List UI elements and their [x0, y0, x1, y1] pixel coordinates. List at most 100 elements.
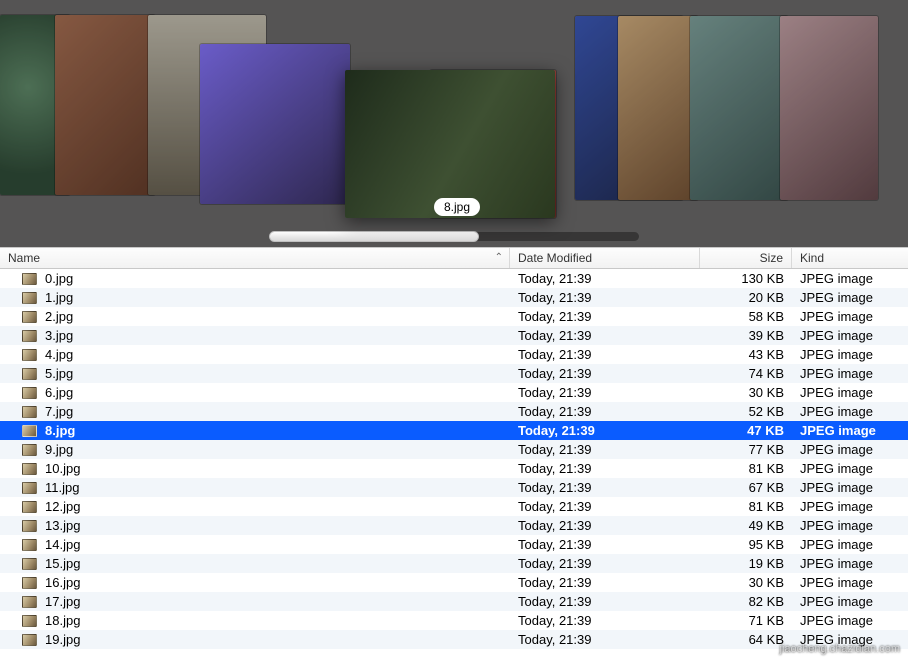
- table-row[interactable]: 9.jpgToday, 21:3977 KBJPEG image: [0, 440, 908, 459]
- thumb-right-2[interactable]: [618, 16, 698, 200]
- thumb-left-3[interactable]: [55, 15, 155, 195]
- cell-size: 77 KB: [700, 442, 792, 457]
- cell-size: 81 KB: [700, 461, 792, 476]
- cell-kind: JPEG image: [792, 480, 908, 495]
- cell-size: 130 KB: [700, 271, 792, 286]
- table-row[interactable]: 17.jpgToday, 21:3982 KBJPEG image: [0, 592, 908, 611]
- cell-date: Today, 21:39: [510, 271, 700, 286]
- column-header-size[interactable]: Size: [700, 248, 792, 268]
- file-icon: [22, 520, 37, 532]
- cell-name: 9.jpg: [0, 442, 510, 457]
- table-row[interactable]: 16.jpgToday, 21:3930 KBJPEG image: [0, 573, 908, 592]
- file-icon: [22, 311, 37, 323]
- file-icon: [22, 634, 37, 646]
- cell-name: 2.jpg: [0, 309, 510, 324]
- table-row[interactable]: 6.jpgToday, 21:3930 KBJPEG image: [0, 383, 908, 402]
- file-icon: [22, 539, 37, 551]
- cell-kind: JPEG image: [792, 537, 908, 552]
- table-row[interactable]: 2.jpgToday, 21:3958 KBJPEG image: [0, 307, 908, 326]
- file-rows: 0.jpgToday, 21:39130 KBJPEG image1.jpgTo…: [0, 269, 908, 659]
- cell-kind: JPEG image: [792, 385, 908, 400]
- file-name: 1.jpg: [45, 290, 73, 305]
- thumb-center[interactable]: [345, 70, 555, 218]
- file-name: 4.jpg: [45, 347, 73, 362]
- cell-name: 6.jpg: [0, 385, 510, 400]
- cell-size: 30 KB: [700, 575, 792, 590]
- cell-date: Today, 21:39: [510, 632, 700, 647]
- cell-name: 0.jpg: [0, 271, 510, 286]
- cell-size: 95 KB: [700, 537, 792, 552]
- file-name: 8.jpg: [45, 423, 75, 438]
- table-row[interactable]: 10.jpgToday, 21:3981 KBJPEG image: [0, 459, 908, 478]
- cell-size: 47 KB: [700, 423, 792, 438]
- file-name: 17.jpg: [45, 594, 80, 609]
- table-row[interactable]: 5.jpgToday, 21:3974 KBJPEG image: [0, 364, 908, 383]
- column-header-date[interactable]: Date Modified: [510, 248, 700, 268]
- table-row[interactable]: 4.jpgToday, 21:3943 KBJPEG image: [0, 345, 908, 364]
- table-row[interactable]: 8.jpg Today, 21:3947 KBJPEG image: [0, 421, 908, 440]
- cell-size: 81 KB: [700, 499, 792, 514]
- cell-date: Today, 21:39: [510, 613, 700, 628]
- cell-kind: JPEG image: [792, 499, 908, 514]
- table-row[interactable]: 1.jpgToday, 21:3920 KBJPEG image: [0, 288, 908, 307]
- cell-date: Today, 21:39: [510, 290, 700, 305]
- cell-kind: JPEG image: [792, 423, 908, 438]
- cell-date: Today, 21:39: [510, 366, 700, 381]
- file-name: 10.jpg: [45, 461, 80, 476]
- column-header-name[interactable]: Name ⌃: [0, 248, 510, 268]
- cell-kind: JPEG image: [792, 632, 908, 647]
- file-icon: [22, 349, 37, 361]
- thumb-right-3[interactable]: [690, 16, 788, 200]
- cell-name: 3.jpg: [0, 328, 510, 343]
- cell-size: 52 KB: [700, 404, 792, 419]
- table-row[interactable]: 14.jpgToday, 21:3995 KBJPEG image: [0, 535, 908, 554]
- column-header-size-label: Size: [760, 251, 783, 265]
- file-icon: [22, 577, 37, 589]
- table-row[interactable]: 12.jpgToday, 21:3981 KBJPEG image: [0, 497, 908, 516]
- cell-date: Today, 21:39: [510, 575, 700, 590]
- cell-kind: JPEG image: [792, 309, 908, 324]
- cell-kind: JPEG image: [792, 404, 908, 419]
- cell-date: Today, 21:39: [510, 385, 700, 400]
- coverflow-scrubber-track[interactable]: [269, 232, 639, 241]
- cell-date: Today, 21:39: [510, 347, 700, 362]
- sort-ascending-icon: ⌃: [495, 253, 503, 263]
- file-icon: [22, 292, 37, 304]
- coverflow-preview[interactable]: 8.jpg: [0, 0, 908, 247]
- column-headers: Name ⌃ Date Modified Size Kind: [0, 247, 908, 269]
- coverflow-scrubber-thumb[interactable]: [269, 231, 479, 242]
- cell-name: 8.jpg: [0, 423, 510, 438]
- cell-kind: JPEG image: [792, 442, 908, 457]
- table-row[interactable]: 7.jpgToday, 21:3952 KBJPEG image: [0, 402, 908, 421]
- cell-kind: JPEG image: [792, 328, 908, 343]
- file-icon: [22, 482, 37, 494]
- cell-date: Today, 21:39: [510, 461, 700, 476]
- file-name: 6.jpg: [45, 385, 73, 400]
- cell-name: 17.jpg: [0, 594, 510, 609]
- table-row[interactable]: 3.jpgToday, 21:3939 KBJPEG image: [0, 326, 908, 345]
- cell-kind: JPEG image: [792, 594, 908, 609]
- thumb-right-4[interactable]: [780, 16, 878, 200]
- cell-name: 10.jpg: [0, 461, 510, 476]
- table-row[interactable]: 0.jpgToday, 21:39130 KBJPEG image: [0, 269, 908, 288]
- column-header-kind[interactable]: Kind: [792, 248, 908, 268]
- cell-name: 1.jpg: [0, 290, 510, 305]
- file-icon: [22, 615, 37, 627]
- file-icon: [22, 501, 37, 513]
- table-row[interactable]: 13.jpgToday, 21:3949 KBJPEG image: [0, 516, 908, 535]
- table-row[interactable]: 11.jpgToday, 21:3967 KBJPEG image: [0, 478, 908, 497]
- file-name: 16.jpg: [45, 575, 80, 590]
- cell-date: Today, 21:39: [510, 537, 700, 552]
- table-row[interactable]: 18.jpgToday, 21:3971 KBJPEG image: [0, 611, 908, 630]
- cell-date: Today, 21:39: [510, 328, 700, 343]
- thumb-left-1[interactable]: [200, 44, 350, 204]
- cell-size: 39 KB: [700, 328, 792, 343]
- cell-date: Today, 21:39: [510, 499, 700, 514]
- file-icon: [22, 558, 37, 570]
- cell-kind: JPEG image: [792, 613, 908, 628]
- cell-size: 58 KB: [700, 309, 792, 324]
- table-row[interactable]: 19.jpgToday, 21:3964 KBJPEG image: [0, 630, 908, 649]
- file-icon: [22, 387, 37, 399]
- table-row[interactable]: 15.jpgToday, 21:3919 KBJPEG image: [0, 554, 908, 573]
- cell-date: Today, 21:39: [510, 423, 700, 438]
